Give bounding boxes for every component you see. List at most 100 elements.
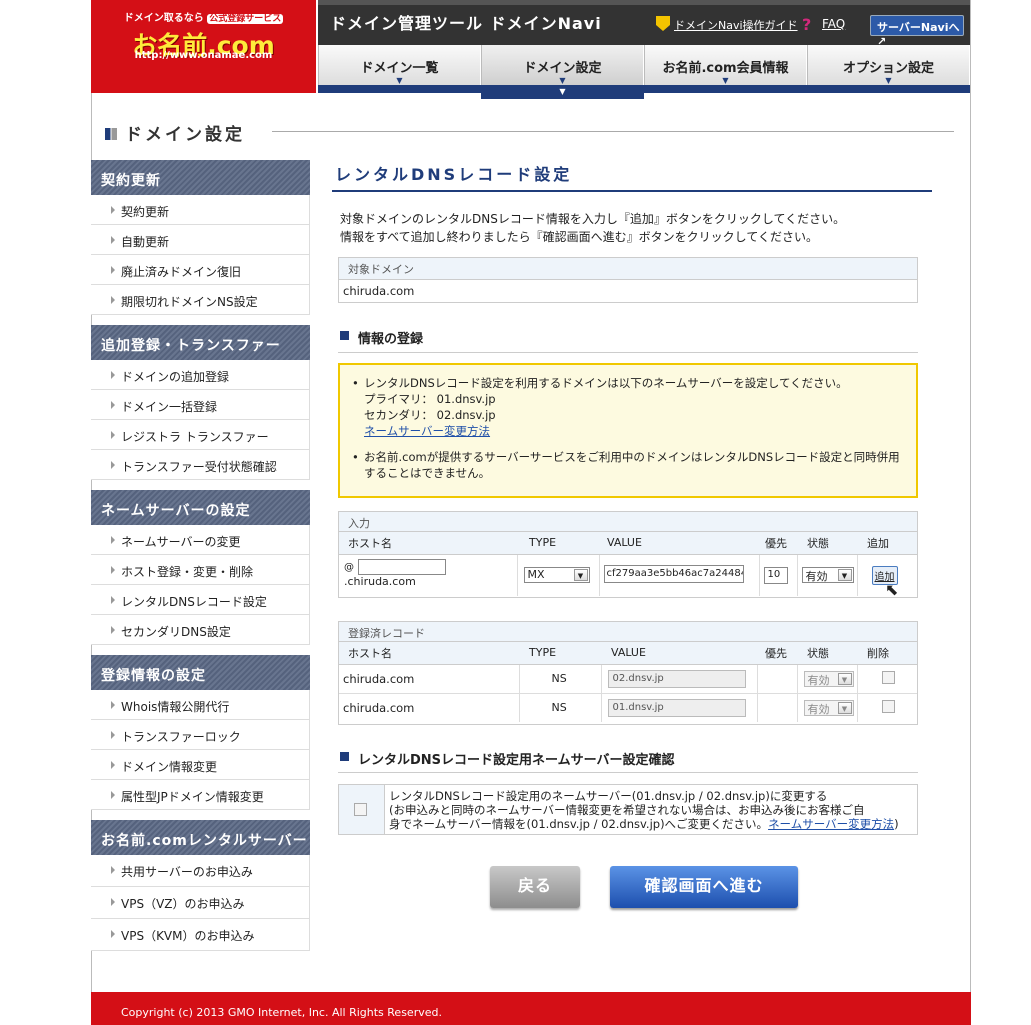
record-status: 有効 [807,673,830,687]
tab-option-settings[interactable]: オプション設定 ▼ [807,45,970,85]
records-table: ホスト名 TYPE VALUE 優先 状態 削除 chiruda.com NS … [339,642,917,722]
registration-divider [338,352,918,353]
main-content: レンタルDNSレコード設定 対象ドメインのレンタルDNSレコード情報を入力し『追… [332,158,932,908]
nameserver-change-link[interactable]: ネームサーバー変更方法 [364,424,490,438]
sidebar-group-title: 契約更新 [91,160,310,195]
sidebar-item[interactable]: レンタルDNSレコード設定 [91,585,310,615]
copyright: Copyright (c) 2013 GMO Internet, Inc. Al… [121,1006,442,1019]
table-row: chiruda.com NS 01.dnsv.jp 有効 ▼ [339,693,917,722]
nameserver-notice: レンタルDNSレコード設定を利用するドメインは以下のネームサーバーを設定してくだ… [338,363,918,498]
shield-icon [656,16,670,31]
sidebar-item[interactable]: 契約更新 [91,195,310,225]
sidebar-item[interactable]: ホスト登録・変更・削除 [91,555,310,585]
col-header: TYPE [517,532,599,555]
col-header: 削除 [857,642,917,665]
instruction-line: 情報をすべて追加し終わりましたら『確認画面へ進む』ボタンをクリックしてください。 [340,230,818,244]
col-header: TYPE [519,642,601,665]
target-domain-box: 対象ドメイン chiruda.com [338,257,918,303]
host-name-input[interactable] [357,558,446,575]
logo-tagline: ドメイン取るなら 公式登録サービス [123,13,284,24]
sidebar-item[interactable]: 自動更新 [91,225,310,255]
main-nav: ドメイン一覧 ▼ ドメイン設定 ▼ お名前.com会員情報 ▼ オプション設定 ▼ [318,45,970,85]
records-caption: 登録済レコード [339,622,917,642]
faq-link[interactable]: FAQ [822,17,845,31]
status-select[interactable]: 有効 ▼ [801,567,854,584]
ns-confirm-line: レンタルDNSレコード設定用のネームサーバー(01.dnsv.jp / 02.d… [389,789,828,803]
type-select[interactable]: MX ▼ [523,567,590,584]
section-divider [272,131,954,132]
ns-confirm-close: ) [894,817,899,831]
sidebar-item[interactable]: ドメイン一括登録 [91,390,310,420]
sidebar-item[interactable]: ドメインの追加登録 [91,360,310,390]
table-row: chiruda.com NS 02.dnsv.jp 有効 ▼ [339,664,917,693]
record-status-select: 有効 ▼ [803,670,854,687]
sidebar-item[interactable]: 廃止済みドメイン復旧 [91,255,310,285]
sidebar: 契約更新 契約更新 自動更新 廃止済みドメイン復旧 期限切れドメインNS設定 追… [91,160,310,961]
mouse-cursor-icon: ⬉ [885,580,899,599]
registered-records-box: 登録済レコード ホスト名 TYPE VALUE 優先 状態 削除 chiruda… [338,621,918,725]
onamae-logo[interactable]: ドメイン取るなら 公式登録サービス お名前.com http://www.ona… [91,0,316,93]
delete-checkbox[interactable] [881,670,895,684]
guide-link[interactable]: ドメインNavi操作ガイド [674,17,798,33]
sidebar-item[interactable]: 期限切れドメインNS設定 [91,285,310,315]
notice-secondary: セカンダリ： 02.dnsv.jp [364,408,496,422]
sidebar-group-nameserver: ネームサーバーの設定 ネームサーバーの変更 ホスト登録・変更・削除 レンタルDN… [91,490,310,645]
instruction-line: 対象ドメインのレンタルDNSレコード情報を入力し『追加』ボタンをクリックしてくだ… [340,212,846,226]
tab-domain-list[interactable]: ドメイン一覧 ▼ [318,45,481,85]
delete-checkbox[interactable] [881,699,895,713]
sidebar-item[interactable]: Whois情報公開代行 [91,690,310,720]
question-icon: ? [802,15,812,34]
sidebar-group-title: お名前.comレンタルサーバー [91,820,310,855]
col-header: 状態 [797,642,857,665]
back-button[interactable]: 戻る [490,866,580,908]
section-marker-icon [105,128,117,140]
notice-text: お名前.comが提供するサーバーサービスをご利用中のドメインはレンタルDNSレコ… [364,450,900,480]
nameserver-change-link[interactable]: ネームサーバー変更方法 [768,817,894,831]
record-priority [757,693,798,722]
input-caption: 入力 [339,512,917,532]
sidebar-item[interactable]: ネームサーバーの変更 [91,525,310,555]
col-header: VALUE [601,642,757,665]
tab-member-info[interactable]: お名前.com会員情報 ▼ [644,45,807,85]
sidebar-group-title: 追加登録・トランスファー [91,325,310,360]
value-input[interactable]: cf279aa3e5bb46ac7a24484 [603,564,744,583]
sidebar-item[interactable]: 共用サーバーのお申込み [91,855,310,887]
chevron-down-icon: ▼ [573,569,588,582]
sidebar-item[interactable]: セカンダリDNS設定 [91,615,310,645]
status-selected: 有効 [805,570,828,584]
target-domain-label: 対象ドメイン [339,258,917,280]
confirm-button[interactable]: 確認画面へ進む [610,866,798,908]
sidebar-group-title: ネームサーバーの設定 [91,490,310,525]
ns-confirm-text: レンタルDNSレコード設定用のネームサーバー(01.dnsv.jp / 02.d… [389,789,913,831]
col-header: 追加 [857,532,917,555]
chevron-down-icon: ▼ [837,672,852,685]
chevron-down-icon: ▼ [559,76,566,85]
sidebar-item[interactable]: VPS（VZ）のお申込み [91,887,310,919]
active-tab-marker: ▼ [481,85,644,99]
ns-confirm-divider [338,772,918,773]
tab-domain-settings[interactable]: ドメイン設定 ▼ [481,45,644,85]
sidebar-item[interactable]: 属性型JPドメイン情報変更 [91,780,310,810]
priority-input[interactable]: 10 [763,566,788,584]
chevron-down-icon: ▼ [837,569,852,582]
type-selected: MX [527,568,545,582]
record-type: NS [519,664,602,693]
footer: Copyright (c) 2013 GMO Internet, Inc. Al… [91,992,971,1025]
section-title: ドメイン設定 [105,120,245,145]
sidebar-item[interactable]: レジストラ トランスファー [91,420,310,450]
record-host: chiruda.com [339,693,520,722]
chevron-down-icon: ▼ [722,76,729,85]
sidebar-group-title: 登録情報の設定 [91,655,310,690]
chevron-down-icon: ▼ [396,76,403,85]
record-value: 01.dnsv.jp [607,698,746,717]
sidebar-item[interactable]: ドメイン情報変更 [91,750,310,780]
record-input-box: 入力 ホスト名 TYPE VALUE 優先 状態 追加 @ .chiruda.c… [338,511,918,598]
sidebar-item[interactable]: トランスファー受付状態確認 [91,450,310,480]
sidebar-item[interactable]: VPS（KVM）のお申込み [91,919,310,951]
notice-primary: プライマリ： 01.dnsv.jp [364,392,496,406]
server-navi-button[interactable]: サーバーNaviへ ↗ [870,15,964,48]
ns-confirm-checkbox[interactable] [354,803,367,816]
col-header: ホスト名 [339,642,519,665]
sidebar-item[interactable]: トランスファーロック [91,720,310,750]
col-header: ホスト名 [339,532,517,555]
